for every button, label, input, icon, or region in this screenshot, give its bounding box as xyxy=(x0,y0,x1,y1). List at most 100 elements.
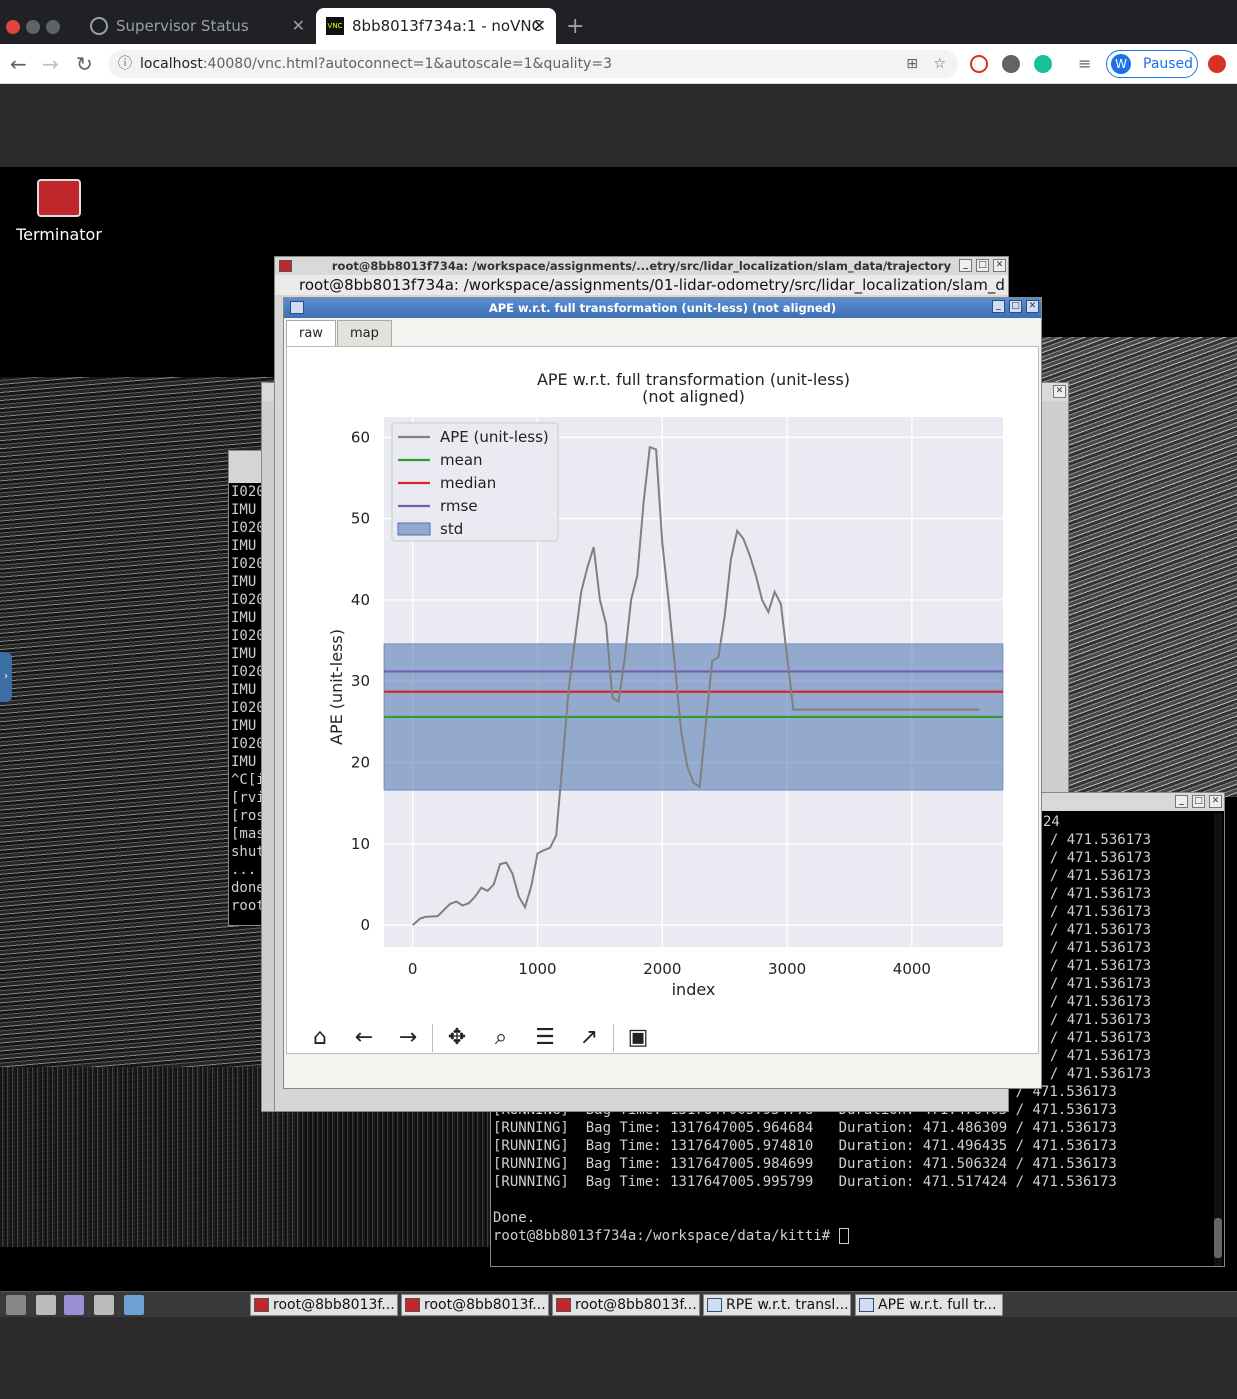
close-window-icon[interactable] xyxy=(6,20,20,34)
close-tab-icon[interactable]: ✕ xyxy=(292,16,305,35)
reload-icon[interactable]: ↻ xyxy=(76,52,93,76)
forward-icon[interactable]: → xyxy=(42,52,59,76)
extension-blocker-icon[interactable] xyxy=(970,55,988,73)
tab-raw[interactable]: raw xyxy=(286,320,336,346)
taskbar-item[interactable]: APE w.r.t. full tr... xyxy=(855,1294,1003,1316)
terminal-window-left[interactable]: I020 IMU I020 IMU I020 IMU I020 IMU I020 IMU … xyxy=(228,450,264,926)
window-icon xyxy=(290,301,304,314)
close-icon[interactable]: ✕ xyxy=(1209,795,1222,808)
terminal-line: [RUNNING] Bag Time: 1317647005.964684 Du… xyxy=(493,1120,1117,1136)
maximize-icon[interactable]: □ xyxy=(1009,300,1022,313)
window-title: root@8bb8013f734a: /workspace/assignment… xyxy=(331,259,952,273)
taskbar-item[interactable]: root@8bb8013f... xyxy=(250,1294,398,1316)
translate-icon[interactable]: ⊞ xyxy=(906,50,918,78)
minimize-icon[interactable]: _ xyxy=(1175,795,1188,808)
minimize-icon[interactable]: _ xyxy=(959,259,972,272)
taskbar-item[interactable]: RPE w.r.t. transl... xyxy=(703,1294,851,1316)
legend-label: std xyxy=(440,520,463,538)
bag-time: 1317647005.995799 xyxy=(670,1174,814,1190)
media-queue-icon[interactable]: ≡ xyxy=(1078,54,1091,73)
terminal-line: [RUNNING] Bag Time: 1317647005.974810 Du… xyxy=(493,1138,1117,1154)
forward-arrow-icon[interactable]: → xyxy=(386,1020,430,1056)
tab-map[interactable]: map xyxy=(336,320,392,346)
x-tick-label: 3000 xyxy=(768,960,806,978)
profile-button[interactable]: W Paused xyxy=(1106,50,1198,78)
terminal-line: I020 xyxy=(231,556,264,572)
maximize-icon[interactable]: □ xyxy=(976,259,989,272)
terminal-line: ^C[i xyxy=(231,772,264,788)
terminal-line: [RUNNING] Bag Time: 1317647005.995799 Du… xyxy=(493,1174,1117,1190)
minimize-window-icon[interactable] xyxy=(26,20,40,34)
matplotlib-toolbar: ⌂ ← → ✥ ⌕ ☰ ↗ ▣ xyxy=(298,1018,660,1058)
file-manager-icon[interactable] xyxy=(36,1295,56,1315)
pan-icon[interactable]: ✥ xyxy=(435,1020,479,1056)
close-icon[interactable]: ✕ xyxy=(1026,300,1039,313)
back-arrow-icon[interactable]: ← xyxy=(342,1020,386,1056)
new-tab-button[interactable]: + xyxy=(566,14,584,39)
terminal-line: IMU xyxy=(231,646,264,662)
home-icon[interactable]: ⌂ xyxy=(298,1020,342,1056)
maximize-window-icon[interactable] xyxy=(46,20,60,34)
minimize-icon[interactable]: _ xyxy=(992,300,1005,313)
edit-axis-icon[interactable]: ↗ xyxy=(567,1020,611,1056)
done-line: Done. xyxy=(493,1210,536,1226)
update-icon[interactable] xyxy=(1208,55,1226,73)
site-info-icon[interactable]: ⓘ xyxy=(118,50,132,78)
bookmark-star-icon[interactable]: ☆ xyxy=(933,50,946,78)
x-tick-label: 0 xyxy=(408,960,418,978)
tab-supervisor-status[interactable]: Supervisor Status ✕ xyxy=(80,8,315,44)
y-axis-label: APE (unit-less) xyxy=(327,629,346,745)
legend-label: rmse xyxy=(440,497,478,515)
taskbar-item[interactable]: root@8bb8013f... xyxy=(552,1294,700,1316)
window-titlebar[interactable]: root@8bb8013f734a: /workspace/assignment… xyxy=(275,257,1008,275)
address-bar[interactable]: ⓘ localhost:40080/vnc.html?autoconnect=1… xyxy=(108,50,958,78)
taskbar-item-label: root@8bb8013f... xyxy=(273,1297,395,1313)
vnc-sidebar-handle[interactable]: › xyxy=(0,652,12,702)
profile-status: Paused xyxy=(1143,56,1194,72)
shell-prompt[interactable]: root@8bb8013f734a:/workspace/data/kitti# xyxy=(493,1227,1213,1245)
scrollbar-thumb[interactable] xyxy=(1214,1218,1222,1258)
windows-list-icon[interactable] xyxy=(94,1295,114,1315)
browser-tab-bar: Supervisor Status ✕ VNC 8bb8013f734a:1 -… xyxy=(0,0,1237,44)
x-tick-label: 1000 xyxy=(518,960,556,978)
y-tick-label: 60 xyxy=(351,428,370,446)
prompt-text: root@8bb8013f734a:/workspace/data/kitti# xyxy=(493,1228,831,1244)
window-icon xyxy=(859,1298,874,1312)
terminal-line: ... xyxy=(231,862,264,878)
terminal-line: done xyxy=(231,880,264,896)
tab-novnc[interactable]: VNC 8bb8013f734a:1 - noVNC ✕ xyxy=(316,8,556,44)
toolbar-separator xyxy=(432,1024,433,1052)
x-tick-label: 4000 xyxy=(893,960,931,978)
close-icon[interactable]: ✕ xyxy=(993,259,1006,272)
subplots-config-icon[interactable]: ☰ xyxy=(523,1020,567,1056)
terminal-line: [ros xyxy=(231,808,264,824)
terminal-icon xyxy=(254,1298,269,1312)
ape-plot-window[interactable]: APE w.r.t. full transformation (unit-les… xyxy=(283,297,1042,1089)
start-menu-icon[interactable] xyxy=(6,1295,26,1315)
back-icon[interactable]: ← xyxy=(10,52,27,76)
terminal-line: I020 xyxy=(231,664,264,680)
maximize-icon[interactable]: □ xyxy=(1192,795,1205,808)
close-tab-icon[interactable]: ✕ xyxy=(533,16,546,35)
zoom-icon[interactable]: ⌕ xyxy=(479,1020,523,1056)
window-icon xyxy=(707,1298,722,1312)
y-tick-label: 10 xyxy=(351,835,370,853)
save-icon[interactable]: ▣ xyxy=(616,1020,660,1056)
total-duration: 471.536173 xyxy=(1032,1174,1117,1190)
terminal-scrollbar[interactable] xyxy=(1214,813,1222,1266)
taskbar-item[interactable]: root@8bb8013f... xyxy=(401,1294,549,1316)
desktop-icon-terminator[interactable]: Terminator xyxy=(14,179,104,244)
avatar: W xyxy=(1111,54,1131,74)
window-titlebar[interactable]: APE w.r.t. full transformation (unit-les… xyxy=(284,298,1041,318)
plot-canvas: 0 1000 2000 3000 4000 0 10 20 30 40 50 60 APE w.r.t.… xyxy=(286,346,1039,1054)
app-launcher-icon[interactable] xyxy=(64,1295,84,1315)
total-duration: 471.536173 xyxy=(1032,1138,1117,1154)
grammarly-icon[interactable] xyxy=(1034,55,1052,73)
vnc-bottom-bar xyxy=(0,1318,1237,1399)
duration: 471.496435 xyxy=(922,1138,1008,1154)
terminal-titlebar[interactable] xyxy=(229,451,263,483)
total-duration: 471.536173 xyxy=(1032,1102,1117,1118)
close-icon[interactable]: ✕ xyxy=(1053,385,1066,398)
extension-dark-icon[interactable] xyxy=(1002,55,1020,73)
desktop-switch-icon[interactable] xyxy=(124,1295,144,1315)
